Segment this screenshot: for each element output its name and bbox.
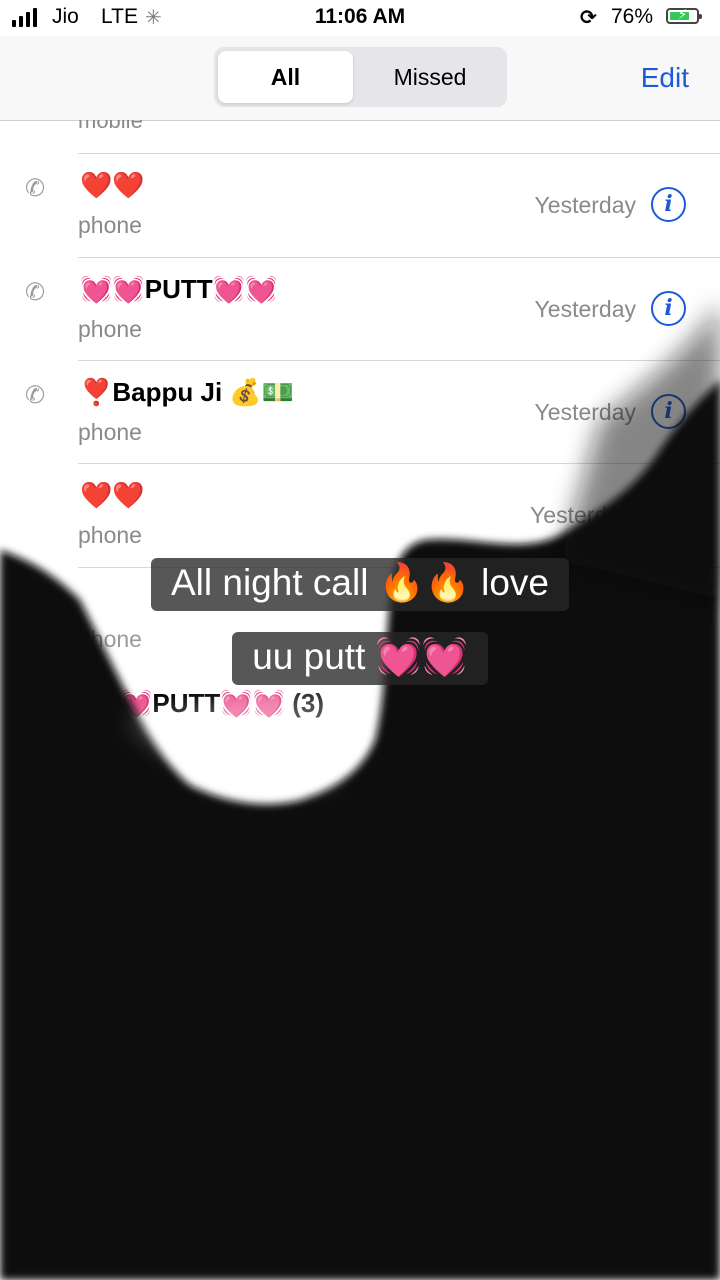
outgoing-call-icon: ✆ xyxy=(25,279,46,306)
list-item[interactable]: phone xyxy=(0,568,720,671)
battery-charging-icon: ⚡ xyxy=(666,6,702,24)
status-bar: Jio LTE ✳ 11:06 AM ⟳ 76% ⚡ xyxy=(0,0,720,36)
contact-name: ❣️Bappu Ji 💰💵 xyxy=(80,377,295,407)
list-item[interactable]: ✆ 💓💓PUTT💓💓 phone Yesterday i xyxy=(0,258,720,361)
call-date: Yesterday xyxy=(534,296,636,322)
call-date: Yesterda xyxy=(530,502,620,528)
edit-button[interactable]: Edit xyxy=(641,62,689,94)
contact-name: ❤️❤️ xyxy=(80,170,145,200)
info-icon[interactable]: i xyxy=(651,394,686,429)
list-item[interactable]: ❤️❤️ phone Yesterda xyxy=(0,464,720,567)
contact-name: 💓💓PUTT💓💓 xyxy=(80,274,278,304)
call-date: Yesterday xyxy=(534,399,636,425)
list-item[interactable]: ✆ ❣️Bappu Ji 💰💵 phone Yesterday i xyxy=(0,361,720,464)
call-date: Yesterday xyxy=(534,192,636,218)
call-type-label: phone xyxy=(78,419,142,445)
contact-name: 💓PUTT💓💓 (3) xyxy=(120,688,325,718)
segment-missed[interactable]: Missed xyxy=(357,51,503,103)
rotation-lock-icon: ⟳ xyxy=(580,7,597,29)
outgoing-call-icon: ✆ xyxy=(25,175,46,202)
call-type-label: mobile xyxy=(78,120,143,133)
call-type-label: phone xyxy=(78,626,142,652)
segmented-control: All Missed xyxy=(214,47,507,107)
call-type-label: phone xyxy=(78,212,142,238)
call-type-label: phone xyxy=(78,316,142,342)
outgoing-call-icon: ✆ xyxy=(25,382,46,409)
contact-name: ❤️❤️ xyxy=(80,480,145,510)
info-icon[interactable]: i xyxy=(651,187,686,222)
recents-header: All Missed Edit xyxy=(0,36,720,121)
call-type-label: phone xyxy=(78,522,142,548)
battery-percent: 76% xyxy=(611,5,654,28)
segment-all[interactable]: All xyxy=(218,51,353,103)
list-item[interactable]: mobile xyxy=(0,120,720,153)
list-item[interactable]: ✆ ❤️❤️ phone Yesterday i xyxy=(0,154,720,257)
info-icon[interactable]: i xyxy=(651,291,686,326)
